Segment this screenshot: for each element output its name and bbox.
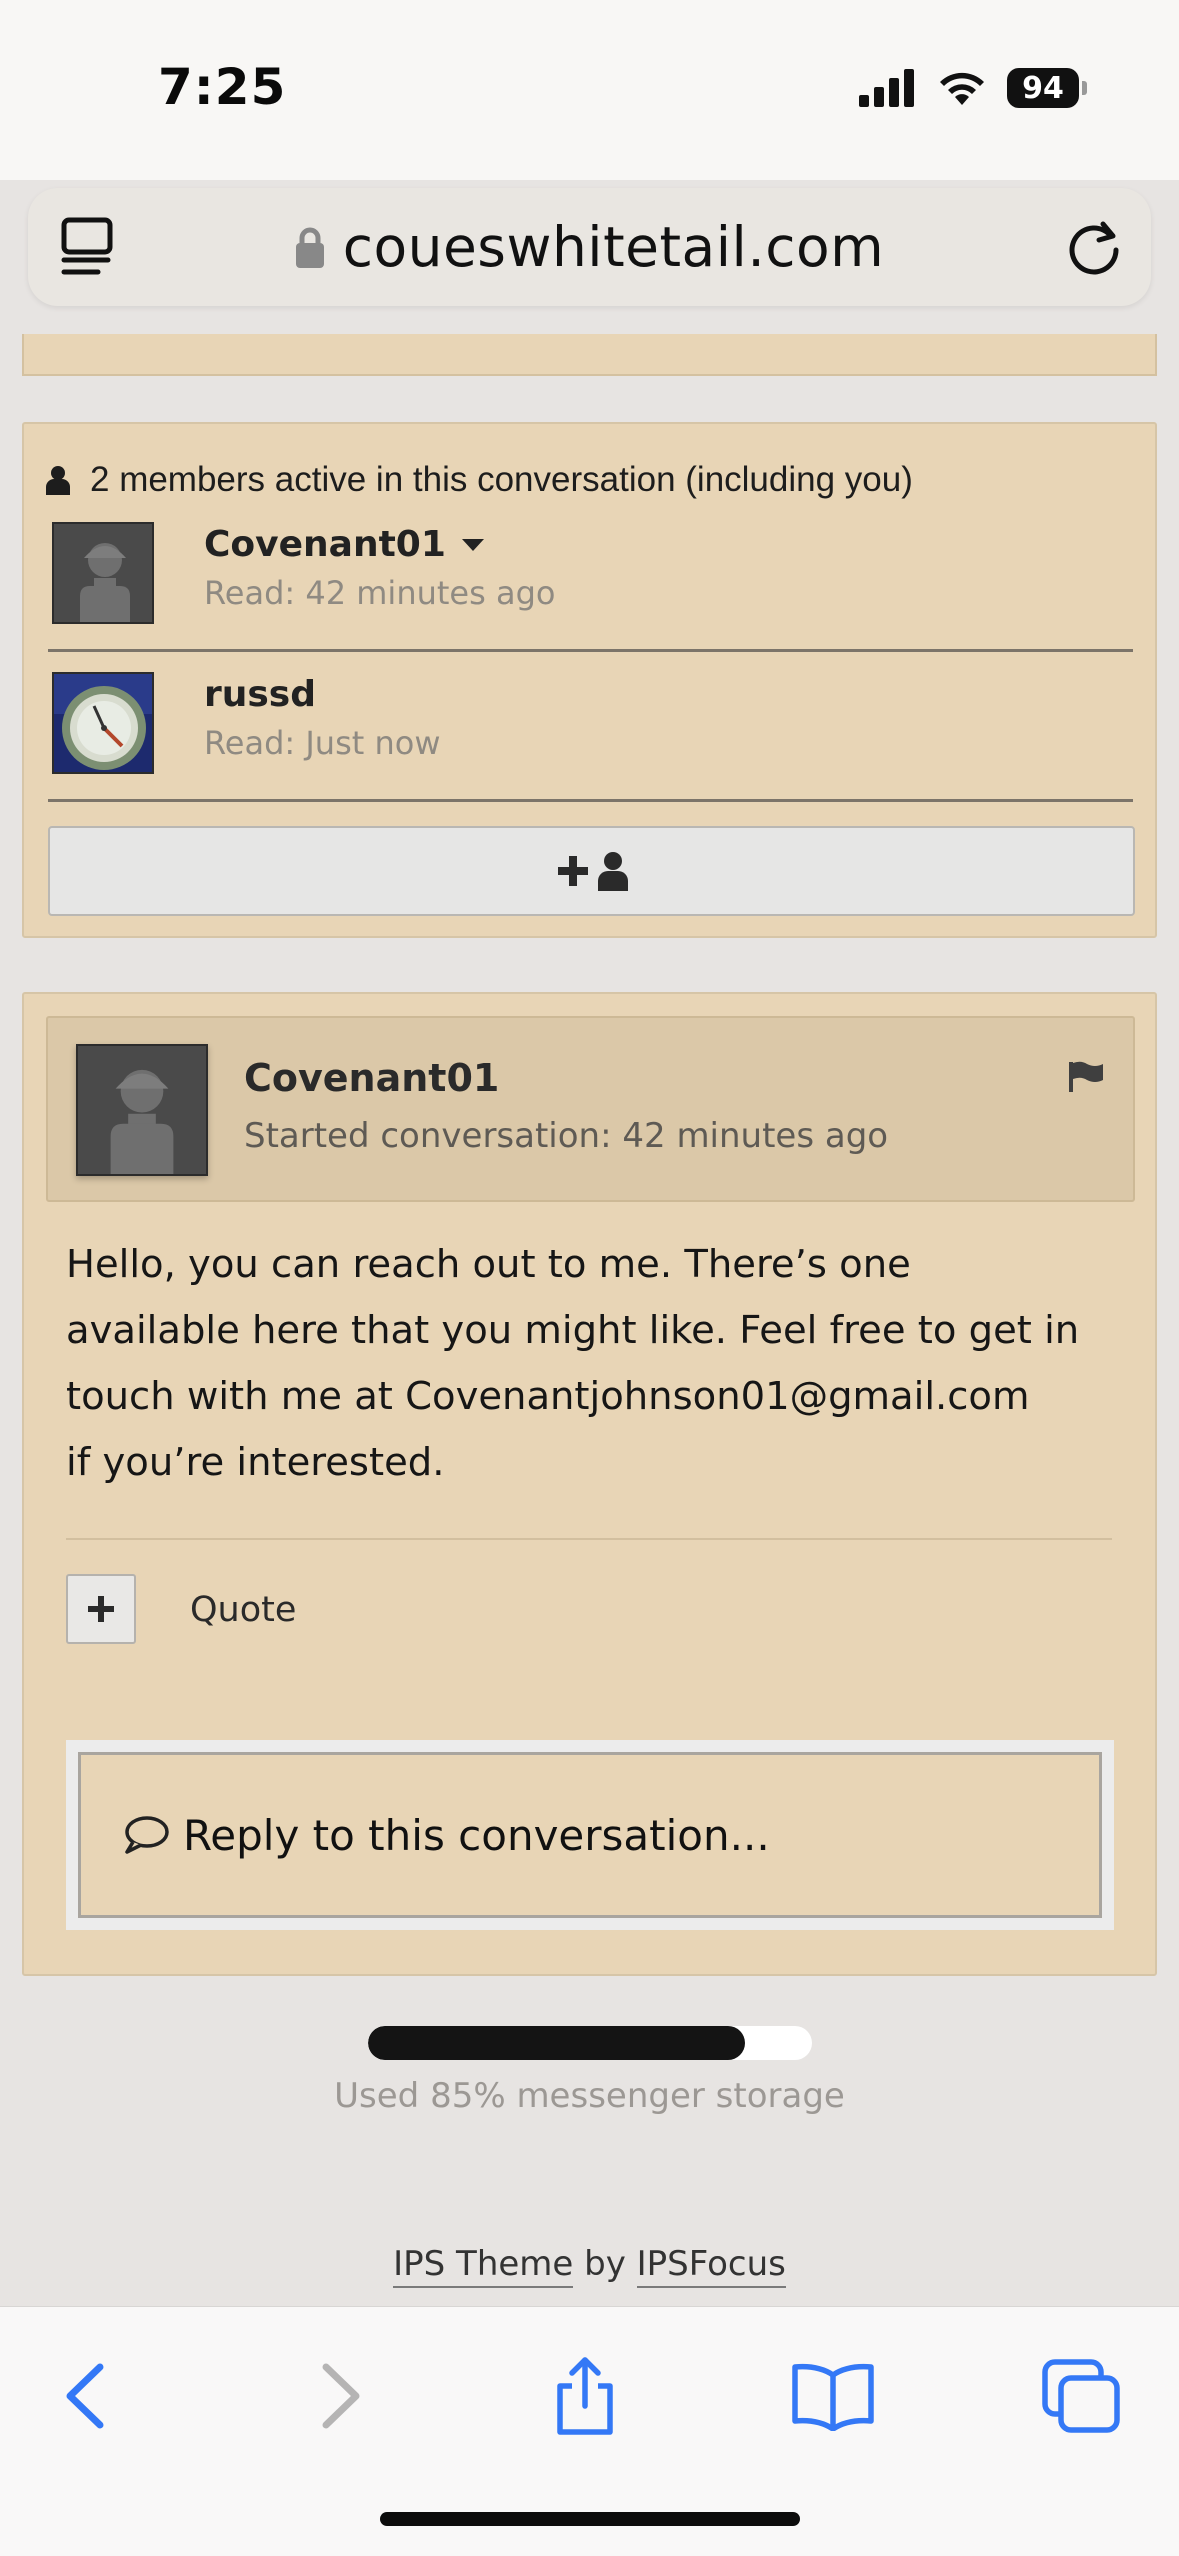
previous-panel-edge <box>22 334 1157 376</box>
message-line: available here that you might like. Feel… <box>66 1308 1080 1353</box>
status-bar: 7:25 94 <box>0 0 1179 180</box>
message-panel: Covenant01 Started conversation: 42 minu… <box>22 992 1157 1976</box>
user-icon <box>597 852 628 891</box>
message-line: touch with me at Covenantjohnson01@gmail… <box>66 1374 1030 1419</box>
plus-icon <box>557 856 588 886</box>
clock-avatar-image <box>54 674 152 772</box>
address-bar[interactable]: coueswhitetail.com <box>28 188 1151 306</box>
message-author[interactable]: Covenant01 <box>244 1056 499 1100</box>
member-name[interactable]: russd <box>204 674 316 715</box>
url-display[interactable]: coueswhitetail.com <box>28 188 1151 306</box>
quote-button[interactable]: Quote <box>190 1590 296 1630</box>
avatar[interactable] <box>76 1044 208 1176</box>
avatar[interactable] <box>52 672 154 774</box>
active-members-text: 2 members active in this conversation (i… <box>90 460 913 499</box>
message-header: Covenant01 Started conversation: 42 minu… <box>46 1016 1135 1202</box>
message-started-time: Started conversation: 42 minutes ago <box>244 1116 889 1156</box>
footer-credit: IPS Theme by IPSFocus <box>0 2244 1179 2288</box>
storage-progress-bar <box>368 2026 812 2060</box>
reply-placeholder: Reply to this conversation... <box>183 1810 770 1860</box>
url-text: coueswhitetail.com <box>342 215 885 279</box>
active-members-panel: 2 members active in this conversation (i… <box>22 422 1157 938</box>
ips-theme-link[interactable]: IPS Theme <box>393 2244 574 2288</box>
reply-input[interactable]: Reply to this conversation... <box>78 1752 1102 1918</box>
battery-indicator: 94 <box>1007 68 1087 108</box>
flag-icon[interactable] <box>1067 1060 1107 1094</box>
back-button[interactable] <box>40 2351 130 2441</box>
reload-icon[interactable] <box>1063 216 1125 278</box>
status-time: 7:25 <box>158 58 287 116</box>
ipsfocus-link[interactable]: IPSFocus <box>636 2244 786 2288</box>
storage-text: Used 85% messenger storage <box>334 2076 845 2116</box>
message-line: if you’re interested. <box>66 1440 445 1485</box>
forward-button[interactable] <box>296 2351 386 2441</box>
user-icon <box>46 466 70 495</box>
comment-icon <box>125 1816 169 1854</box>
member-read-status: Read: 42 minutes ago <box>204 574 556 612</box>
cellular-signal-icon <box>859 69 914 107</box>
tabs-button[interactable] <box>1036 2351 1126 2441</box>
default-avatar-icon <box>78 1046 206 1174</box>
add-member-button[interactable] <box>48 826 1135 916</box>
message-divider <box>66 1538 1112 1540</box>
multiquote-add-button[interactable] <box>66 1574 136 1644</box>
avatar[interactable] <box>52 522 154 624</box>
member-row: Covenant01 Read: 42 minutes ago <box>48 502 1133 652</box>
home-indicator <box>380 2512 800 2526</box>
chevron-left-icon <box>66 2363 104 2429</box>
message-body: Hello, you can reach out to me. There’s … <box>66 1232 1126 1496</box>
chevron-down-icon[interactable] <box>461 538 484 551</box>
chevron-right-icon <box>322 2363 360 2429</box>
tabs-icon <box>1042 2359 1120 2433</box>
plus-icon <box>88 1596 114 1622</box>
wifi-icon <box>940 72 984 105</box>
reply-container: Reply to this conversation... <box>66 1740 1114 1930</box>
bookmarks-button[interactable] <box>788 2351 878 2441</box>
lock-icon <box>295 227 324 268</box>
member-name[interactable]: Covenant01 <box>204 524 484 565</box>
book-icon <box>792 2363 874 2431</box>
active-members-header: 2 members active in this conversation (i… <box>46 460 913 500</box>
status-icons: 94 <box>859 66 1087 110</box>
member-read-status: Read: Just now <box>204 724 441 762</box>
message-line: Hello, you can reach out to me. There’s … <box>66 1242 911 1287</box>
storage-progress-fill <box>368 2026 746 2060</box>
default-avatar-icon <box>54 524 152 622</box>
share-icon <box>557 2357 613 2435</box>
member-row: russd Read: Just now <box>48 652 1133 802</box>
share-button[interactable] <box>540 2351 630 2441</box>
footer-by: by <box>584 2244 626 2284</box>
